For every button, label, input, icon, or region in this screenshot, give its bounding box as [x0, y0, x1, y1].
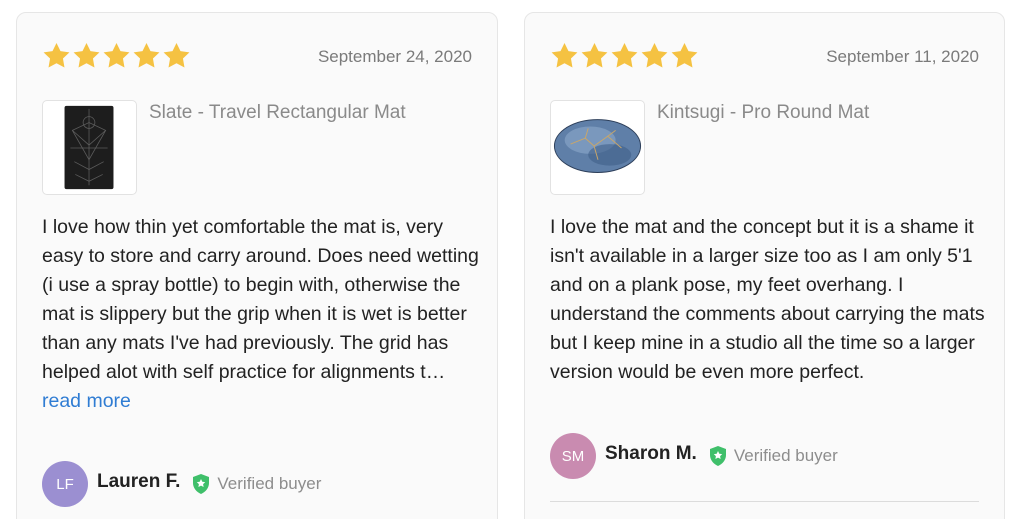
review-body: I love how thin yet comfortable the mat …	[42, 213, 482, 416]
star-rating	[550, 42, 699, 69]
review-body: I love the mat and the concept but it is…	[550, 213, 990, 387]
black-rectangular-yoga-mat-icon	[64, 105, 114, 190]
review-card: September 24, 2020 Slate - Travel Rectan…	[16, 12, 498, 519]
review-date: September 11, 2020	[826, 47, 979, 66]
star-icon	[550, 42, 579, 69]
review-date: September 24, 2020	[317, 47, 472, 66]
review-text: I love the mat and the concept but it is…	[550, 216, 985, 383]
star-icon	[670, 42, 699, 69]
star-icon	[102, 42, 131, 69]
review-author: LF Lauren F. Verified buyer	[42, 461, 321, 507]
verified-label: Verified buyer	[217, 474, 322, 493]
product-name[interactable]: Kintsugi - Pro Round Mat	[657, 102, 869, 124]
star-icon	[580, 42, 609, 69]
blue-round-yoga-mat-icon	[553, 119, 642, 173]
divider	[550, 501, 979, 502]
verified-shield-icon	[191, 473, 211, 495]
product-thumbnail[interactable]	[550, 100, 645, 195]
product-thumbnail[interactable]	[42, 100, 137, 195]
review-card: September 11, 2020 Kintsugi - Pro Round …	[524, 12, 1005, 519]
verified-badge: Verified buyer	[191, 473, 321, 495]
verified-badge: Verified buyer	[708, 445, 838, 467]
star-icon	[42, 42, 71, 69]
star-icon	[132, 42, 161, 69]
product-name[interactable]: Slate - Travel Rectangular Mat	[149, 102, 406, 124]
star-icon	[162, 42, 191, 69]
star-icon	[72, 42, 101, 69]
review-text: I love how thin yet comfortable the mat …	[42, 216, 479, 383]
star-icon	[640, 42, 669, 69]
avatar: SM	[550, 433, 596, 479]
author-name: Lauren F.	[97, 471, 181, 492]
review-author: SM Sharon M. Verified buyer	[550, 433, 838, 479]
star-icon	[610, 42, 639, 69]
star-rating	[42, 42, 191, 69]
read-more-link[interactable]: read more	[42, 390, 131, 412]
verified-label: Verified buyer	[733, 446, 838, 465]
verified-shield-icon	[708, 445, 728, 467]
avatar: LF	[42, 461, 88, 507]
author-name: Sharon M.	[605, 443, 697, 464]
